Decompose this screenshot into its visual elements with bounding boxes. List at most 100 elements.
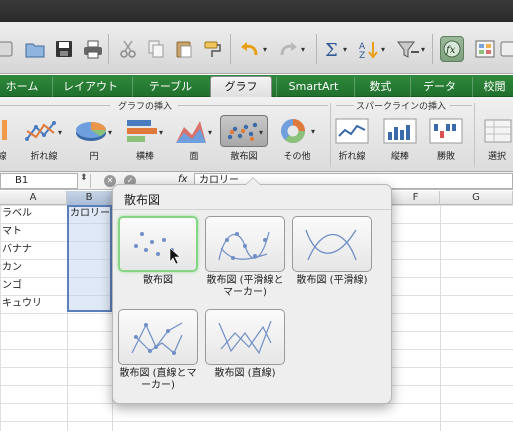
cell-a4[interactable]: カン [2, 259, 66, 277]
chart-area-label: 面 [189, 152, 199, 162]
scatter-option-straight-markers[interactable]: 散布図 (直線とマーカー) [118, 309, 198, 392]
chart-line-label: 折れ線 [30, 152, 58, 162]
column-header-f[interactable]: F [392, 191, 440, 205]
scatter-option-label: 散布図 (平滑線とマーカー) [206, 275, 284, 298]
filter-icon[interactable]: ▾ [396, 36, 425, 62]
chevron-down-icon[interactable]: ▾ [343, 45, 347, 54]
gallery-icon[interactable] [474, 36, 496, 62]
scatter-chart-icon: ▾ [220, 115, 268, 147]
popup-arrow-inner [246, 178, 260, 185]
tab-layout[interactable]: レイアウト [52, 77, 128, 97]
chart-partial-button[interactable]: 線 [0, 115, 10, 167]
cell-a1[interactable]: ラベル [2, 205, 66, 223]
ribbon-panel: グラフの挿入 スパークラインの挿入 線 ▾ 折れ線 ▾ 円 ▾ 横棒 ▾ 面 ▾… [0, 97, 513, 172]
paste-icon[interactable] [174, 36, 194, 62]
column-line [440, 205, 441, 431]
scatter-markers-icon [118, 216, 198, 272]
tab-smartart[interactable]: SmartArt [276, 77, 350, 97]
chart-other-label: その他 [283, 152, 311, 162]
sparkline-winloss-button[interactable]: 勝敗 [428, 115, 464, 167]
cell-a5[interactable]: ンゴ [2, 277, 66, 295]
pie-chart-icon: ▾ [72, 115, 116, 147]
chart-bar-button[interactable]: ▾ 横棒 [122, 115, 168, 167]
chevron-down-icon[interactable]: ▾ [263, 45, 267, 54]
chevron-down-icon[interactable]: ▾ [421, 45, 425, 54]
sparkline-line-button[interactable]: 折れ線 [334, 115, 370, 167]
tab-home[interactable]: ホーム [0, 77, 48, 97]
svg-text:Σ: Σ [325, 40, 338, 59]
tab-table[interactable]: テーブル [132, 77, 208, 97]
select-data-icon [482, 115, 512, 147]
scatter-option-label: 散布図 (平滑線) [296, 275, 368, 286]
column-header-g[interactable]: G [440, 191, 513, 205]
area-chart-icon: ▾ [172, 115, 216, 147]
sum-icon[interactable]: Σ ▾ [324, 36, 347, 62]
column-header-a[interactable]: A [0, 191, 67, 205]
chart-partial-label: 線 [0, 152, 7, 162]
undo-icon[interactable]: ▾ [238, 36, 267, 62]
svg-text:fx: fx [445, 45, 456, 56]
chart-other-button[interactable]: ▾ その他 [272, 115, 322, 167]
select-data-label: 選択 [487, 152, 506, 162]
chart-scatter-button[interactable]: ▾ 散布図 [220, 115, 268, 167]
tab-data[interactable]: データ [410, 77, 468, 97]
chevron-down-icon[interactable]: ▾ [301, 45, 305, 54]
tab-review[interactable]: 校閲 [472, 77, 513, 97]
chart-pie-button[interactable]: ▾ 円 [72, 115, 116, 167]
stepper-icon[interactable]: ⬍ [80, 173, 88, 183]
ribbon-tab-bar: ホーム レイアウト テーブル グラフ SmartArt 数式 データ 校閲 [0, 75, 513, 98]
group-title-line [450, 105, 472, 106]
sparkline-column-button[interactable]: 縦棒 [382, 115, 418, 167]
group-title-line [178, 105, 328, 106]
cell-a2[interactable]: マト [2, 223, 66, 241]
sparkline-column-icon [382, 115, 418, 147]
partial-icon[interactable] [0, 36, 14, 62]
svg-text:▾: ▾ [208, 128, 212, 137]
sort-icon[interactable]: AZ ▾ [358, 36, 385, 62]
redo-icon[interactable]: ▾ [276, 36, 305, 62]
popup-title: 散布図 [124, 193, 161, 207]
chart-partial-icon [0, 115, 10, 147]
cell-a6[interactable]: キュウリ [2, 295, 66, 313]
group-title-sparkline: スパークラインの挿入 [356, 102, 447, 112]
window-title-bar [0, 0, 513, 22]
save-icon[interactable] [54, 36, 74, 62]
chart-area-button[interactable]: ▾ 面 [172, 115, 216, 167]
scatter-option-label: 散布図 (直線) [214, 368, 276, 379]
svg-text:▾: ▾ [108, 128, 112, 137]
scatter-option-markers[interactable]: 散布図 [118, 216, 198, 287]
chevron-down-icon[interactable]: ▾ [381, 45, 385, 54]
tab-formulas[interactable]: 数式 [354, 77, 406, 97]
group-title-line [0, 105, 110, 106]
toolbar-separator [230, 34, 231, 64]
group-separator [474, 103, 475, 167]
print-icon[interactable] [82, 36, 104, 62]
name-box[interactable]: B1 [0, 173, 78, 189]
toolbar-separator [316, 34, 317, 64]
scatter-straight-icon [205, 309, 285, 365]
copy-icon[interactable] [146, 36, 166, 62]
format-brush-icon[interactable] [202, 36, 224, 62]
scatter-straight-markers-icon [118, 309, 198, 365]
svg-text:▾: ▾ [311, 127, 315, 136]
scatter-option-smooth-markers[interactable]: 散布図 (平滑線とマーカー) [205, 216, 285, 299]
chart-line-button[interactable]: ▾ 折れ線 [22, 115, 66, 167]
formula-icon[interactable]: fx [440, 36, 464, 62]
column-header-b[interactable]: B [67, 191, 112, 205]
toolbar-separator [108, 34, 109, 64]
cell-b1[interactable]: カロリー [70, 205, 112, 223]
tab-chart[interactable]: グラフ [210, 76, 272, 98]
folder-icon[interactable] [24, 36, 46, 62]
select-data-button[interactable]: 選択 [482, 115, 512, 167]
toolbox-icon[interactable] [500, 36, 513, 62]
group-separator [330, 103, 331, 167]
scatter-option-smooth[interactable]: 散布図 (平滑線) [292, 216, 372, 287]
scatter-option-straight[interactable]: 散布図 (直線) [205, 309, 285, 380]
svg-text:▾: ▾ [58, 128, 62, 137]
popup-divider [113, 209, 391, 210]
chart-scatter-label: 散布図 [230, 152, 258, 162]
formula-bar-separator [90, 174, 91, 188]
cell-a3[interactable]: バナナ [2, 241, 66, 259]
cut-icon[interactable] [118, 36, 138, 62]
scatter-smooth-markers-icon [205, 216, 285, 272]
